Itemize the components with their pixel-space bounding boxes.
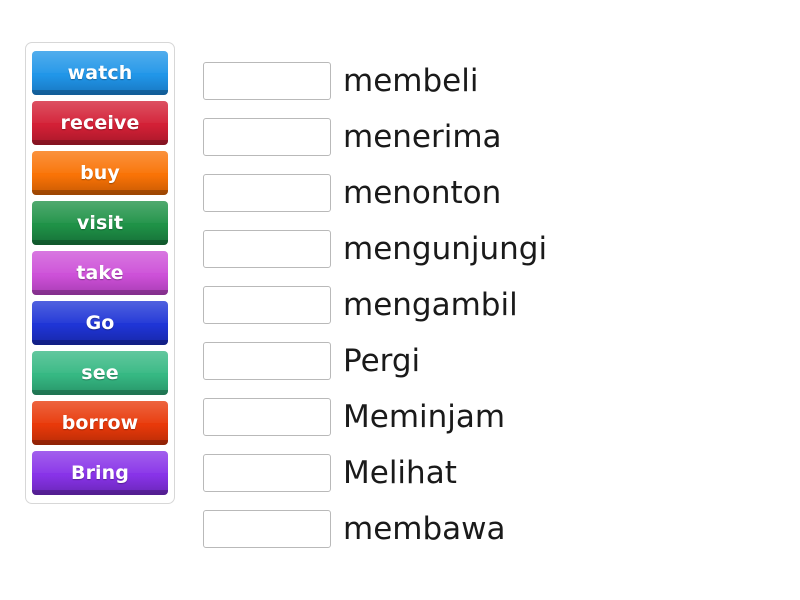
word-tile[interactable]: take (32, 251, 168, 295)
answer-drop-input[interactable] (203, 174, 331, 212)
answer-drop-input[interactable] (203, 230, 331, 268)
word-tile[interactable]: see (32, 351, 168, 395)
matching-exercise: watch receive buy visit take Go see borr… (0, 0, 800, 600)
word-tile-label: watch (67, 62, 133, 84)
word-tile-label: borrow (61, 412, 139, 434)
answer-drop-input[interactable] (203, 454, 331, 492)
answer-row: menerima (203, 112, 763, 162)
word-tile[interactable]: visit (32, 201, 168, 245)
answer-word-label: mengambil (343, 286, 518, 323)
word-tile-label: take (76, 262, 124, 284)
answer-row: membeli (203, 56, 763, 106)
answer-row: mengunjungi (203, 224, 763, 274)
answer-row-list: membeli menerima menonton mengunjungi me… (203, 56, 763, 554)
answer-drop-input[interactable] (203, 510, 331, 548)
answer-row: Melihat (203, 448, 763, 498)
word-tile-panel: watch receive buy visit take Go see borr… (25, 42, 175, 504)
word-tile-label: visit (76, 212, 124, 234)
answer-word-label: Meminjam (343, 398, 506, 435)
word-tile-label: see (81, 362, 119, 384)
answer-word-label: mengunjungi (343, 230, 548, 267)
answer-row: menonton (203, 168, 763, 218)
answer-word-label: Melihat (343, 454, 457, 491)
answer-drop-input[interactable] (203, 286, 331, 324)
answer-word-label: Pergi (343, 342, 421, 379)
word-tile[interactable]: borrow (32, 401, 168, 445)
word-tile[interactable]: Go (32, 301, 168, 345)
word-tile-label: Bring (71, 462, 129, 484)
answer-drop-input[interactable] (203, 118, 331, 156)
word-tile[interactable]: Bring (32, 451, 168, 495)
word-tile-label: buy (80, 162, 120, 184)
word-tile-label: Go (85, 312, 115, 334)
word-tile[interactable]: buy (32, 151, 168, 195)
answer-row: Pergi (203, 336, 763, 386)
word-tile[interactable]: receive (32, 101, 168, 145)
answer-word-label: membeli (343, 62, 479, 99)
answer-row: mengambil (203, 280, 763, 330)
word-tile-label: receive (60, 112, 140, 134)
answer-row: Meminjam (203, 392, 763, 442)
answer-word-label: menerima (343, 118, 502, 155)
answer-drop-input[interactable] (203, 342, 331, 380)
word-tile[interactable]: watch (32, 51, 168, 95)
answer-row: membawa (203, 504, 763, 554)
answer-drop-input[interactable] (203, 62, 331, 100)
answer-word-label: membawa (343, 510, 506, 547)
answer-drop-input[interactable] (203, 398, 331, 436)
answer-word-label: menonton (343, 174, 502, 211)
